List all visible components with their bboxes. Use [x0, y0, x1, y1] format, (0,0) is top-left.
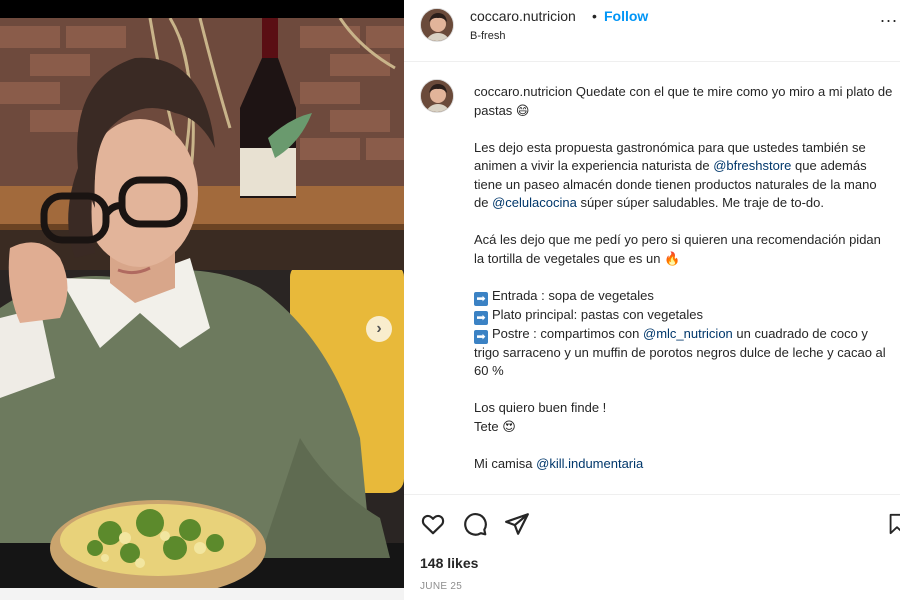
likes-count[interactable]: 148 likes [420, 555, 478, 571]
mention-kill-indumentaria[interactable]: @kill.indumentaria [536, 456, 643, 471]
post-date[interactable]: JUNE 25 [420, 581, 462, 592]
post-caption: coccaro.nutricion Quedate con el que te … [404, 63, 900, 493]
more-icon[interactable]: ... [880, 6, 898, 27]
caption-avatar[interactable] [420, 79, 454, 113]
photo-illustration [0, 18, 404, 588]
mention-bfreshstore[interactable]: @bfreshstore [713, 158, 791, 173]
caption-username[interactable]: coccaro.nutricion [474, 84, 572, 99]
caption-p5-b: Tete [474, 418, 503, 434]
share-icon[interactable] [504, 511, 530, 537]
avatar-image [421, 9, 453, 41]
post-location[interactable]: B-fresh [470, 30, 505, 42]
arrow-right-icon: ➡ [474, 329, 488, 344]
follow-button[interactable]: Follow [604, 8, 648, 24]
menu-item-principal: Plato principal: pastas con vegetales [492, 306, 704, 322]
bookmark-icon[interactable] [886, 511, 900, 537]
separator-dot: • [592, 8, 597, 24]
caption-p2-c: súper súper saludables. Me traje de to-d… [576, 195, 824, 210]
post-side-panel: coccaro.nutricion • Follow B-fresh ... c… [404, 0, 900, 600]
caption-avatar-image [421, 80, 453, 112]
post-photo: › [0, 0, 404, 600]
menu-item-entrada: Entrada : sopa de vegetales [492, 287, 654, 303]
arrow-right-icon: ➡ [474, 291, 488, 306]
mention-mlc-nutricion[interactable]: @mlc_nutricion [643, 326, 733, 341]
caption-p5-a: Los quiero buen finde ! [474, 400, 607, 415]
mention-celulacocina[interactable]: @celulacocina [492, 195, 577, 210]
caption-p6-a: Mi camisa [474, 455, 537, 471]
post-header: coccaro.nutricion • Follow B-fresh ... [404, 0, 900, 62]
heart-eyes-emoji-icon: 😍 [502, 418, 516, 434]
comment-icon[interactable] [462, 511, 488, 537]
carousel-next-button[interactable]: › [366, 316, 392, 342]
caption-text: coccaro.nutricion Quedate con el que te … [474, 83, 894, 473]
fire-emoji-icon: 🔥 [664, 250, 681, 266]
post-actions: 148 likes JUNE 25 [404, 494, 900, 600]
post-username[interactable]: coccaro.nutricion [470, 8, 576, 24]
menu-item-postre-a: Postre : compartimos con [492, 325, 643, 341]
photo-bottom-bar [0, 588, 404, 600]
heart-icon[interactable] [420, 511, 446, 537]
photo-top-bar [0, 0, 404, 18]
laugh-emoji-icon: 😄 [515, 102, 530, 118]
avatar[interactable] [420, 8, 454, 42]
arrow-right-icon: ➡ [474, 310, 488, 325]
